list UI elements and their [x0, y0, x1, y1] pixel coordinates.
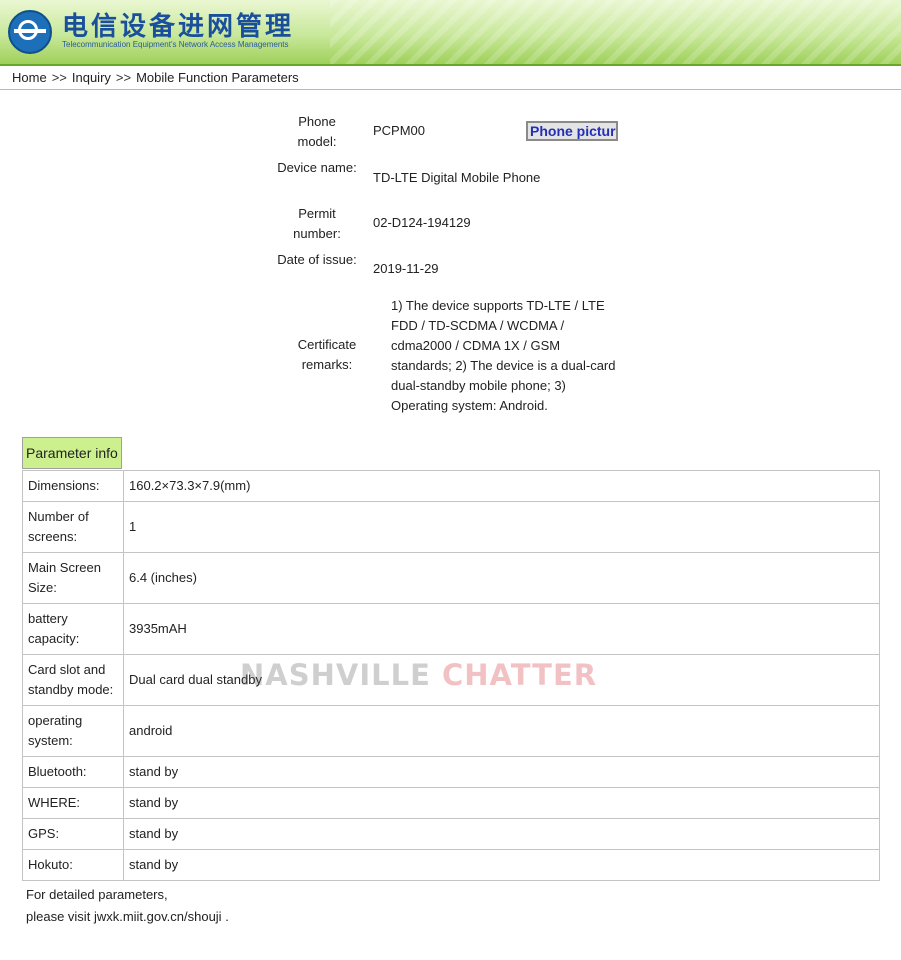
param-key: Card slot and standby mode: [22, 654, 124, 706]
table-row: operating system: android [22, 705, 880, 757]
phone-model-value: PCPM00 [373, 123, 426, 138]
date-of-issue-value: 2019-11-29 [373, 261, 439, 276]
date-of-issue-label: Date of issue: [277, 252, 357, 267]
table-row: Dimensions: 160.2×73.3×7.9(mm) [22, 470, 880, 502]
watermark: NASHVILLE CHATTER [240, 658, 597, 692]
footer-note: For detailed parameters, please visit jw… [26, 884, 229, 928]
table-row: GPS: stand by [22, 818, 880, 850]
watermark-part1: NASHVILLE [240, 658, 431, 692]
param-key: Dimensions: [22, 470, 124, 502]
param-value: 3935mAH [123, 603, 880, 655]
parameter-info-tab[interactable]: Parameter info [22, 437, 122, 469]
param-value: 6.4 (inches) [123, 552, 880, 604]
breadcrumb-inquiry-link[interactable]: Inquiry [72, 70, 111, 85]
param-value: stand by [123, 818, 880, 850]
param-value: stand by [123, 787, 880, 819]
breadcrumb-separator: >> [115, 70, 132, 85]
param-value: 160.2×73.3×7.9(mm) [123, 470, 880, 502]
certificate-remarks-label: Certificate remarks: [297, 337, 357, 372]
breadcrumb-separator: >> [51, 70, 67, 85]
table-row: Hokuto: stand by [22, 849, 880, 881]
footer-suffix: . [225, 909, 229, 924]
site-title: 电信设备进网管理 [62, 12, 295, 42]
miit-link[interactable]: jwxk.miit.gov.cn/shouji [94, 909, 222, 924]
table-row: battery capacity: 3935mAH [22, 603, 880, 655]
watermark-part2: CHATTER [441, 658, 598, 692]
footer-prefix: please visit [26, 909, 91, 924]
permit-number-label: Permit number: [293, 206, 341, 241]
breadcrumb-current: Mobile Function Parameters [136, 70, 299, 85]
breadcrumb: Home >> Inquiry >> Mobile Function Parameter… [12, 70, 299, 85]
footer-line1: For detailed parameters, [26, 887, 168, 902]
param-key: Bluetooth: [22, 756, 124, 788]
logo-bar [14, 29, 46, 33]
table-row: Main Screen Size: 6.4 (inches) [22, 552, 880, 604]
param-key: operating system: [22, 705, 124, 757]
device-name-label: Device name: [277, 160, 357, 175]
device-name-value: TD-LTE Digital Mobile Phone [373, 170, 541, 185]
header-divider [0, 89, 901, 90]
certificate-remarks-value: 1) The device supports TD-LTE / LTE FDD … [391, 298, 616, 413]
phone-picture-button[interactable]: Phone picture [526, 121, 618, 141]
param-key: Hokuto: [22, 849, 124, 881]
param-value: 1 [123, 501, 880, 553]
param-value: android [123, 705, 880, 757]
header-banner: 电信设备进网管理 Telecommunication Equipment's N… [0, 0, 901, 66]
breadcrumb-home-link[interactable]: Home [12, 70, 47, 85]
telecom-logo-icon [8, 10, 52, 54]
table-row: Number of screens: 1 [22, 501, 880, 553]
table-row: Bluetooth: stand by [22, 756, 880, 788]
param-key: Main Screen Size: [22, 552, 124, 604]
param-value: stand by [123, 849, 880, 881]
param-value: stand by [123, 756, 880, 788]
footer-line2: please visit jwxk.miit.gov.cn/shouji . [26, 906, 229, 928]
banner-decoration [330, 0, 901, 64]
param-key: battery capacity: [22, 603, 124, 655]
param-key: Number of screens: [22, 501, 124, 553]
param-key: WHERE: [22, 787, 124, 819]
permit-number-value: 02-D124-194129 [373, 215, 471, 230]
table-row: WHERE: stand by [22, 787, 880, 819]
param-key: GPS: [22, 818, 124, 850]
site-subtitle: Telecommunication Equipment's Network Ac… [62, 40, 289, 49]
phone-model-label: Phone model: [297, 114, 337, 149]
